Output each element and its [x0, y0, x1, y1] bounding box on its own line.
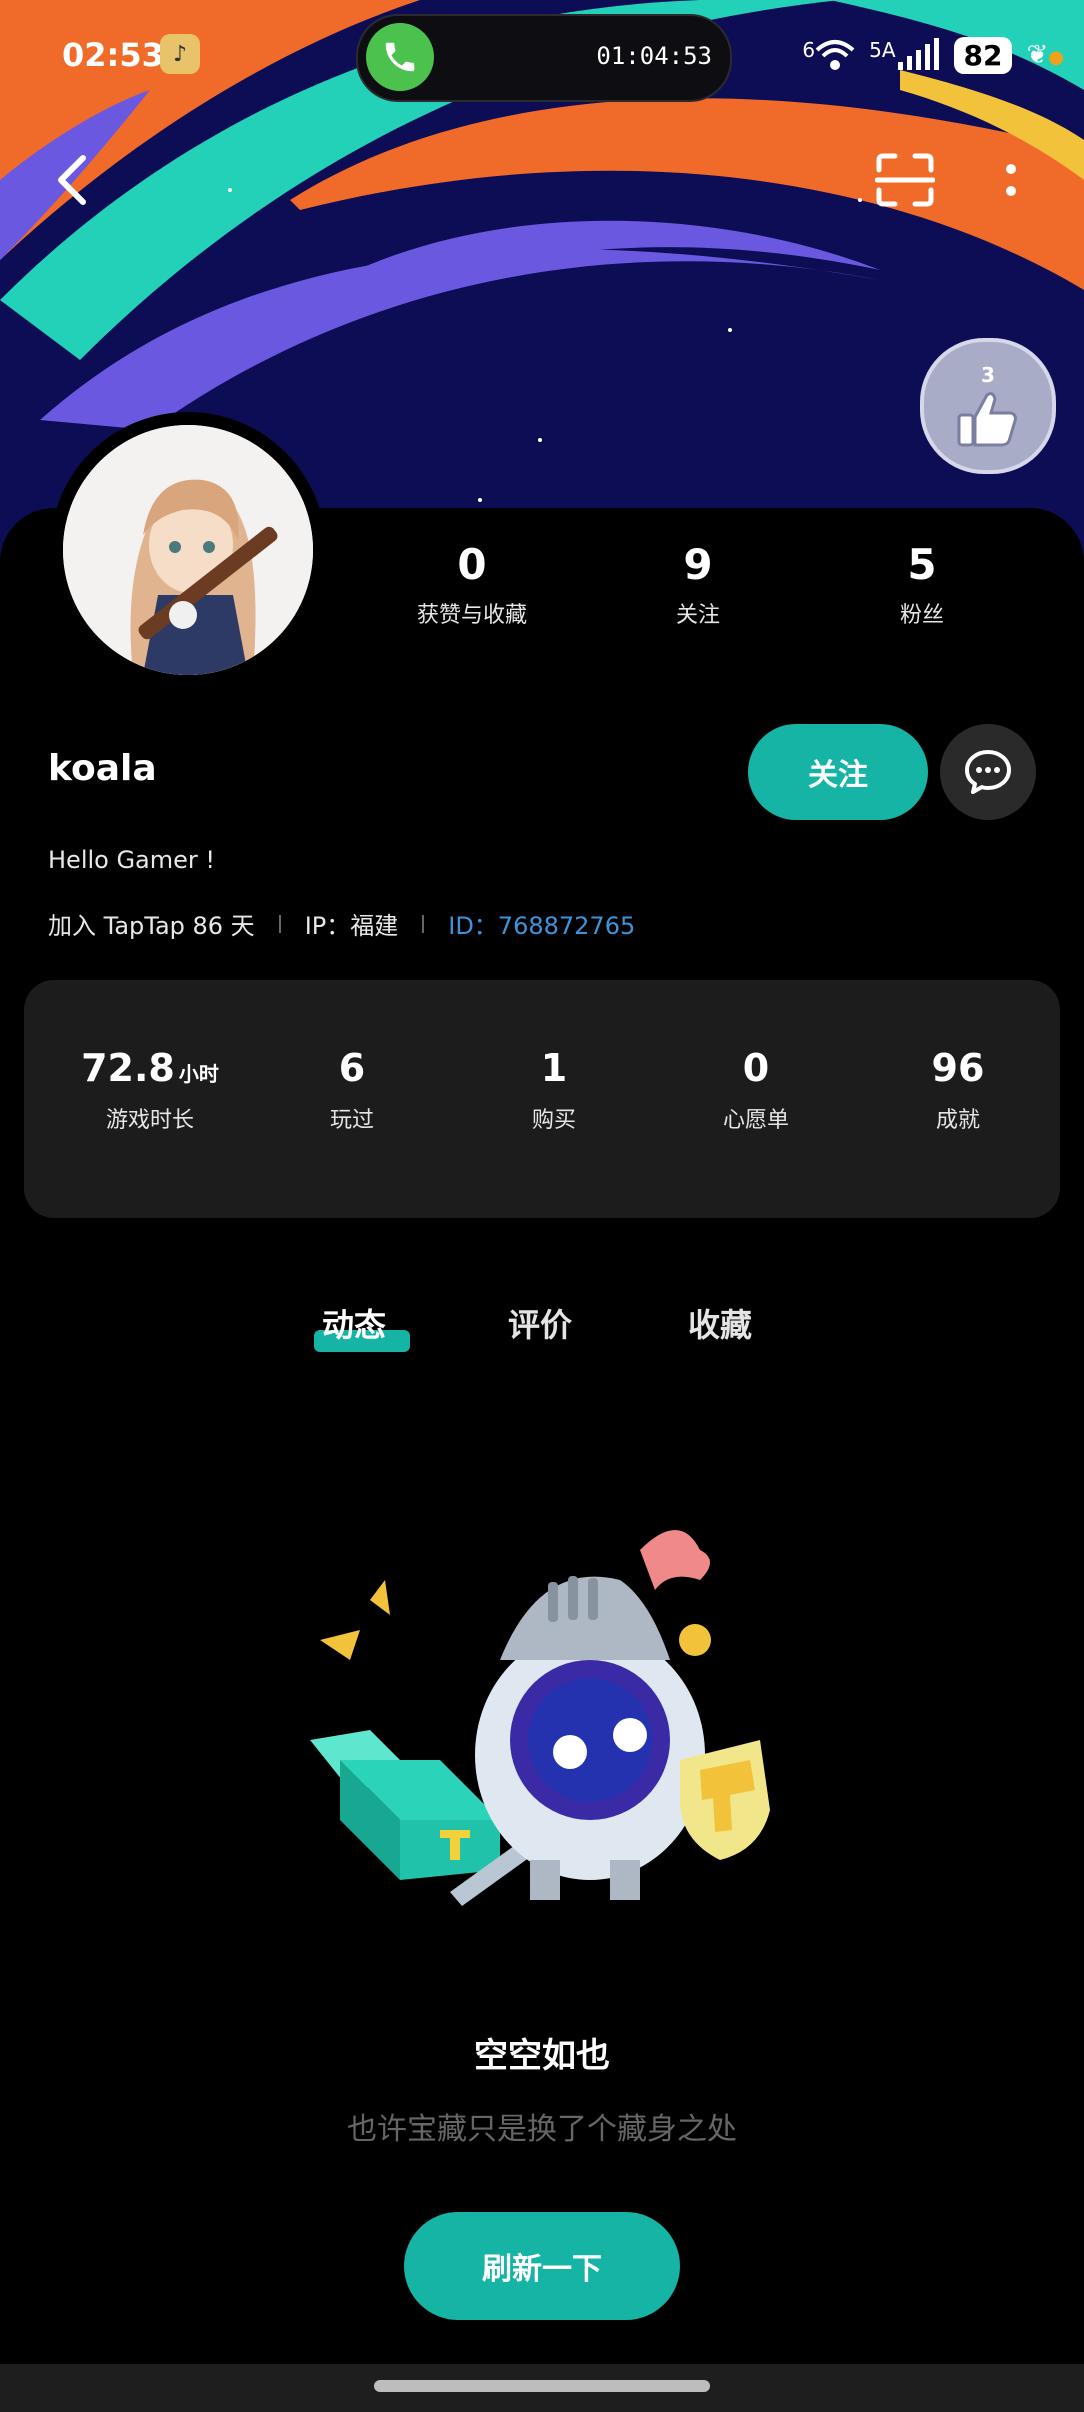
divider [278, 914, 281, 933]
achievements-stat[interactable]: 96 成就 [868, 1046, 1048, 1134]
home-gesture-handle[interactable] [374, 2380, 710, 2392]
purchased-stat[interactable]: 1 购买 [464, 1046, 644, 1134]
badge-number: 3 [981, 363, 995, 387]
tab-reviews[interactable]: 评价 [508, 1300, 572, 1346]
chat-bubble-icon [965, 750, 1011, 794]
thumbs-up-icon [957, 392, 1017, 447]
call-duration: 01:04:53 [596, 42, 712, 70]
wishlist-stat[interactable]: 0 心愿单 [666, 1046, 846, 1134]
divider [422, 914, 425, 933]
more-options-button[interactable] [976, 145, 1046, 215]
playtime-stat[interactable]: 72.8 小时 游戏时长 [60, 1046, 240, 1134]
back-button[interactable] [38, 145, 108, 215]
status-time: 02:53 [62, 36, 164, 74]
tiktok-app-icon: ♪ [160, 34, 200, 74]
wifi-icon: 6 [802, 38, 855, 72]
following-stat[interactable]: 9 关注 [598, 540, 798, 629]
likes-and-favorites-stat[interactable]: 0 获赞与收藏 [372, 540, 572, 629]
ongoing-call-pill[interactable]: 01:04:53 [356, 14, 732, 102]
empty-state-illustration [290, 1520, 830, 1920]
chevron-left-icon [58, 155, 86, 205]
signal-icon: 5A [869, 38, 939, 72]
followers-stat[interactable]: 5 粉丝 [822, 540, 1022, 629]
profile-meta: 加入 TapTap 86 天 IP：福建 ID：768872765 [48, 906, 635, 941]
more-vertical-icon [1006, 164, 1016, 196]
bio: Hello Gamer ! [48, 846, 216, 874]
avatar[interactable] [50, 412, 326, 688]
scan-icon [875, 153, 935, 207]
status-bar: 02:53 ♪ 01:04:53 6 5A 82 ❦● [0, 0, 1084, 110]
empty-state-subtitle: 也许宝藏只是换了个藏身之处 [347, 2112, 737, 2147]
scan-button[interactable] [870, 145, 940, 215]
message-button[interactable] [940, 724, 1036, 820]
phone-icon [366, 23, 434, 91]
tab-favorites[interactable]: 收藏 [688, 1300, 752, 1346]
ip-location: IP：福建 [304, 912, 399, 940]
avatar-image [63, 425, 313, 675]
leaf-icon: ❦● [1026, 40, 1064, 70]
system-navigation-bar [0, 2364, 1084, 2412]
system-icons: 6 5A 82 ❦● [802, 30, 1064, 80]
user-id-link[interactable]: ID：768872765 [448, 906, 635, 941]
join-days: 加入 TapTap 86 天 [48, 912, 255, 940]
achievement-badge[interactable]: 3 [920, 338, 1056, 474]
follow-button[interactable]: 关注 [748, 724, 928, 820]
played-stat[interactable]: 6 玩过 [262, 1046, 442, 1134]
game-stats-card: 72.8 小时 游戏时长 6 玩过 1 购买 0 心愿单 96 成就 [24, 980, 1060, 1218]
username: koala [48, 748, 157, 789]
battery-indicator: 82 [953, 36, 1013, 74]
tab-activity[interactable]: 动态 [322, 1300, 386, 1346]
refresh-button[interactable]: 刷新一下 [404, 2212, 680, 2320]
empty-state-title: 空空如也 [474, 2036, 610, 2076]
